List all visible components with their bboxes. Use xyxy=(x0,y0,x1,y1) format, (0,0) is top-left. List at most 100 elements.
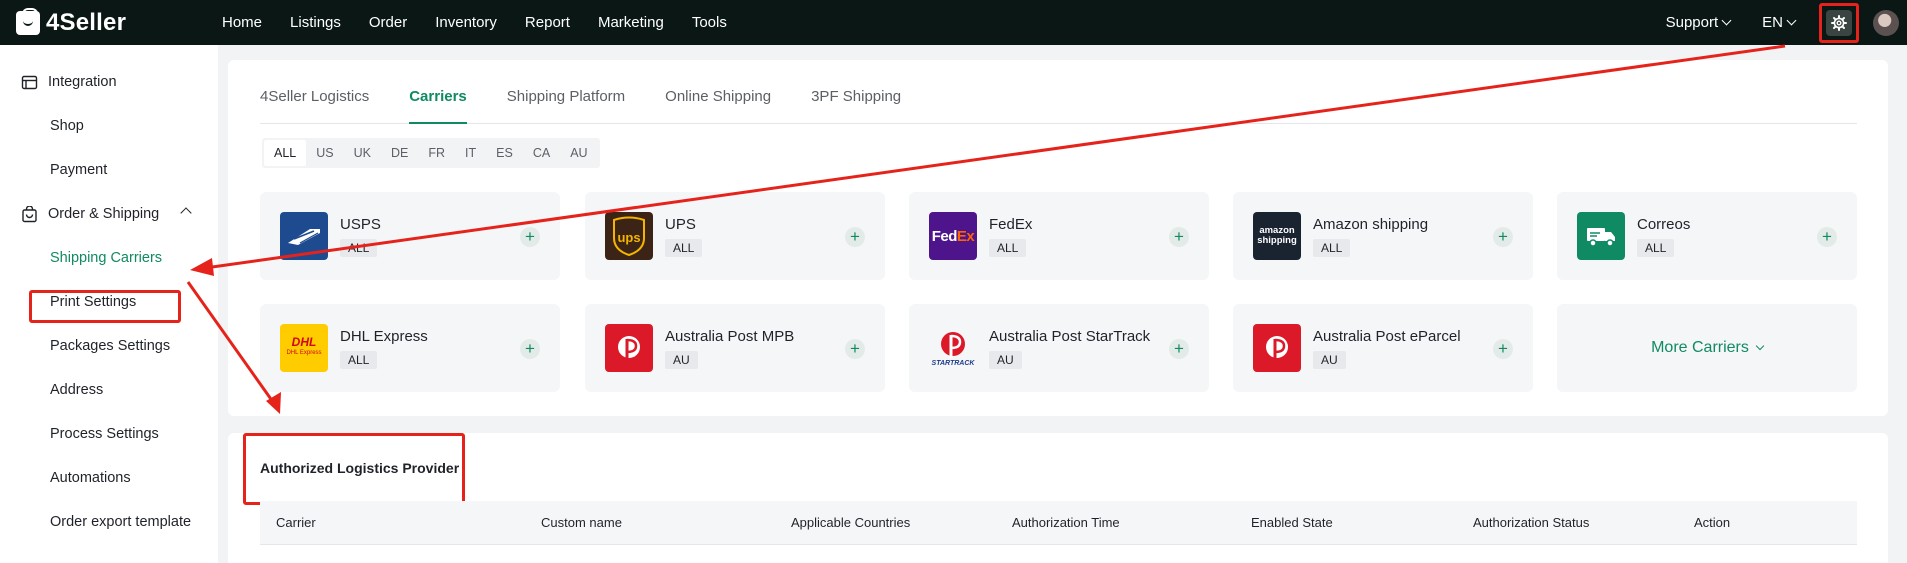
chevron-down-icon xyxy=(1786,15,1797,26)
sidebar-item-process-settings[interactable]: Process Settings xyxy=(0,424,218,444)
svg-text:ups: ups xyxy=(617,230,640,245)
top-navbar: 4Seller Home Listings Order Inventory Re… xyxy=(0,0,1907,45)
region-uk[interactable]: UK xyxy=(344,140,381,166)
sidebar-item-automations[interactable]: Automations xyxy=(0,468,218,488)
carrier-name: Australia Post eParcel xyxy=(1313,328,1461,345)
region-filter: ALL US UK DE FR IT ES CA AU xyxy=(262,138,600,168)
ups-shield-icon: ups xyxy=(605,212,653,260)
carrier-name: Australia Post StarTrack xyxy=(989,328,1151,345)
tab-3pf-shipping[interactable]: 3PF Shipping xyxy=(811,60,901,123)
main-nav: Home Listings Order Inventory Report Mar… xyxy=(208,14,741,31)
avatar[interactable] xyxy=(1873,9,1899,36)
carrier-card-dhl-express: DHL DHL Express DHL Express ALL + xyxy=(260,304,560,392)
carrier-name: Amazon shipping xyxy=(1313,216,1429,233)
tab-shipping-platform[interactable]: Shipping Platform xyxy=(507,60,625,123)
sidebar-item-order-export-template[interactable]: Order export template xyxy=(0,512,218,532)
sidebar-group-label: Order & Shipping xyxy=(48,206,160,222)
carrier-region-tag: ALL xyxy=(1313,239,1351,257)
add-carrier-button[interactable]: + xyxy=(845,227,865,247)
sidebar-item-label: Automations xyxy=(50,470,131,486)
support-menu[interactable]: Support xyxy=(1665,14,1732,31)
carrier-region-tag: AU xyxy=(1313,351,1346,369)
add-carrier-button[interactable]: + xyxy=(1169,227,1189,247)
carrier-card-australia-post-eparcel: Australia Post eParcel AU + xyxy=(1233,304,1533,392)
sidebar-group-integration[interactable]: Integration xyxy=(0,72,218,92)
carrier-card-australia-post-startrack: STARTRACK Australia Post StarTrack AU + xyxy=(909,304,1209,392)
browser-window-icon xyxy=(21,75,38,89)
carrier-card-amazon-shipping: amazon shipping Amazon shipping ALL + xyxy=(1233,192,1533,280)
carrier-card-fedex: FedEx FedEx ALL + xyxy=(909,192,1209,280)
sidebar-item-shipping-carriers[interactable]: Shipping Carriers xyxy=(0,248,218,268)
sidebar-group-label: Integration xyxy=(48,74,117,90)
chevron-down-icon xyxy=(1721,15,1732,26)
nav-home[interactable]: Home xyxy=(208,14,276,31)
region-us[interactable]: US xyxy=(306,140,343,166)
carrier-region-tag: AU xyxy=(665,351,698,369)
add-carrier-button[interactable]: + xyxy=(1493,227,1513,247)
tab-4seller-logistics[interactable]: 4Seller Logistics xyxy=(260,60,369,123)
language-select[interactable]: EN xyxy=(1762,14,1797,31)
region-all[interactable]: ALL xyxy=(264,140,307,166)
top-right-area: Support EN xyxy=(1666,0,1907,45)
sidebar-item-payment[interactable]: Payment xyxy=(0,160,218,180)
tab-carriers[interactable]: Carriers xyxy=(409,60,467,124)
carrier-region-tag: ALL xyxy=(340,239,378,257)
add-carrier-button[interactable]: + xyxy=(845,339,865,359)
more-carriers-label: More Carriers xyxy=(1651,339,1749,356)
sidebar-item-label: Address xyxy=(50,382,104,398)
settings-button[interactable] xyxy=(1826,9,1852,36)
more-carriers-button[interactable]: More Carriers xyxy=(1557,304,1857,392)
amazon-shipping-logo-icon: amazon shipping xyxy=(1253,212,1301,260)
dhl-logo-icon: DHL DHL Express xyxy=(280,324,328,372)
language-label: EN xyxy=(1762,14,1783,31)
fedex-logo-icon: FedEx xyxy=(929,212,977,260)
region-ca[interactable]: CA xyxy=(523,140,560,166)
add-carrier-button[interactable]: + xyxy=(1169,339,1189,359)
gear-icon xyxy=(1831,14,1847,31)
carrier-card-ups: ups UPS ALL + xyxy=(585,192,885,280)
carrier-card-correos: Correos ALL + xyxy=(1557,192,1857,280)
column-header-authorization-status: Authorization Status xyxy=(1473,515,1590,530)
nav-order[interactable]: Order xyxy=(355,14,421,31)
sidebar-item-label: Payment xyxy=(50,162,108,178)
column-header-carrier: Carrier xyxy=(276,515,316,530)
region-fr[interactable]: FR xyxy=(418,140,455,166)
carrier-name: Correos xyxy=(1637,216,1691,233)
brand-logo[interactable]: 4Seller xyxy=(16,7,186,37)
nav-marketing[interactable]: Marketing xyxy=(584,14,678,31)
sidebar-item-shop[interactable]: Shop xyxy=(0,116,218,136)
region-de[interactable]: DE xyxy=(381,140,418,166)
australia-post-icon xyxy=(605,324,653,372)
column-header-custom-name: Custom name xyxy=(541,515,622,530)
nav-listings[interactable]: Listings xyxy=(276,14,355,31)
column-header-authorization-time: Authorization Time xyxy=(1012,515,1120,530)
carrier-region-tag: ALL xyxy=(665,239,703,257)
sidebar-item-packages-settings[interactable]: Packages Settings xyxy=(0,336,218,356)
column-header-applicable-countries: Applicable Countries xyxy=(791,515,911,530)
add-carrier-button[interactable]: + xyxy=(520,227,540,247)
sidebar-item-address[interactable]: Address xyxy=(0,380,218,400)
sidebar-item-label: Shipping Carriers xyxy=(50,250,163,266)
authorized-providers-panel: Authorized Logistics Provider Carrier Cu… xyxy=(228,433,1888,563)
sidebar-item-label: Order export template xyxy=(50,514,192,530)
tab-online-shipping[interactable]: Online Shipping xyxy=(665,60,771,123)
chevron-down-icon xyxy=(1755,341,1765,351)
nav-report[interactable]: Report xyxy=(511,14,584,31)
carrier-region-tag: ALL xyxy=(989,239,1027,257)
nav-tools[interactable]: Tools xyxy=(678,14,741,31)
add-carrier-button[interactable]: + xyxy=(1817,227,1837,247)
brand-name: 4Seller xyxy=(46,8,127,36)
support-label: Support xyxy=(1665,14,1719,31)
region-es[interactable]: ES xyxy=(486,140,523,166)
add-carrier-button[interactable]: + xyxy=(1493,339,1513,359)
table-header: Carrier Custom name Applicable Countries… xyxy=(260,501,1857,545)
column-header-enabled-state: Enabled State xyxy=(1251,515,1333,530)
add-carrier-button[interactable]: + xyxy=(520,339,540,359)
shipping-tabs: 4Seller Logistics Carriers Shipping Plat… xyxy=(260,60,1857,124)
carrier-name: UPS xyxy=(665,216,696,233)
region-au[interactable]: AU xyxy=(560,140,597,166)
region-it[interactable]: IT xyxy=(455,140,486,166)
nav-inventory[interactable]: Inventory xyxy=(421,14,511,31)
sidebar: Integration Shop Payment Order & Shippin… xyxy=(0,45,218,563)
sidebar-group-order-shipping[interactable]: Order & Shipping xyxy=(0,204,218,224)
